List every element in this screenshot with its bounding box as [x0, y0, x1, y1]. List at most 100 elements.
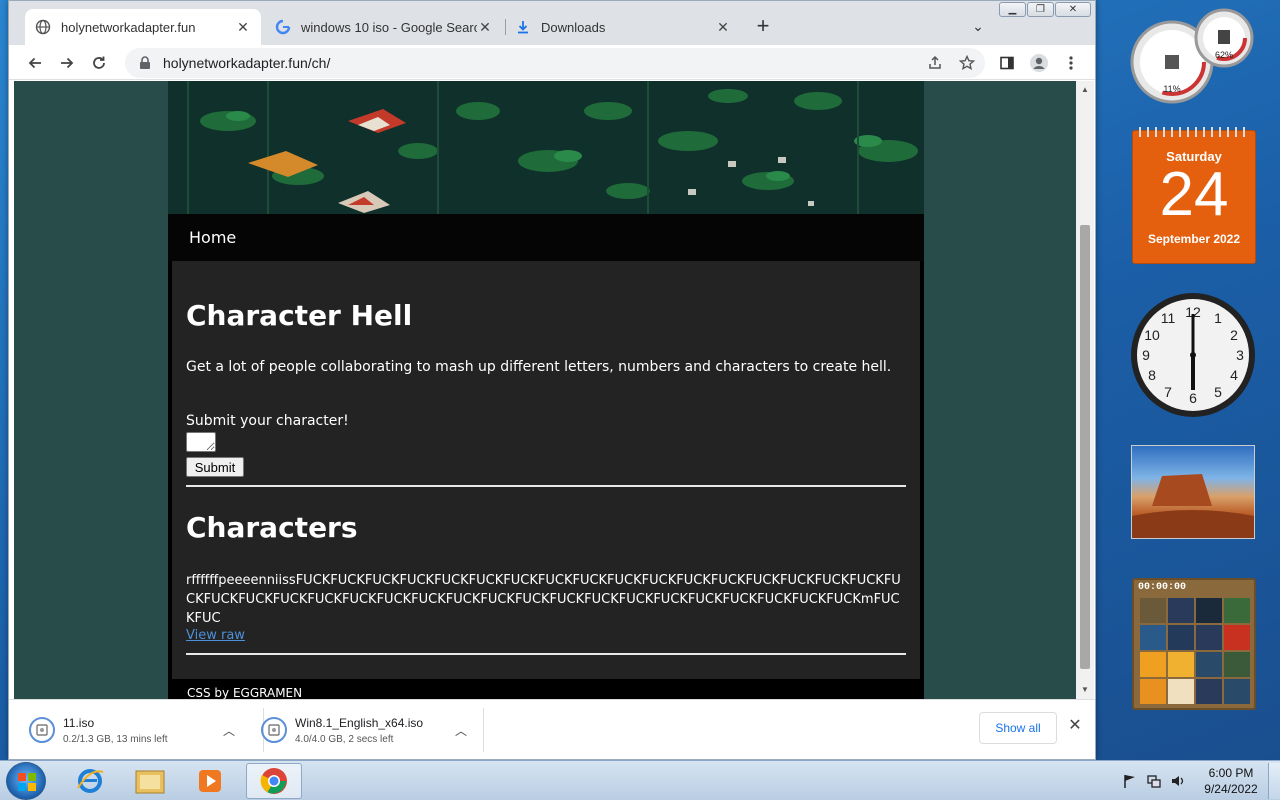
download-status: 4.0/4.0 GB, 2 secs left [295, 733, 394, 745]
start-button[interactable] [6, 762, 46, 800]
side-panel-icon[interactable] [993, 49, 1021, 77]
browser-toolbar: holynetworkadapter.fun/ch/ [9, 45, 1095, 80]
svg-text:4: 4 [1230, 367, 1238, 383]
submit-button[interactable]: Submit [186, 457, 244, 477]
close-icon[interactable]: ✕ [715, 19, 731, 35]
divider [186, 653, 906, 655]
show-all-button[interactable]: Show all [979, 712, 1057, 744]
chrome-icon[interactable] [246, 763, 302, 799]
site-footer: CSS by EGGRAMEN [168, 679, 924, 699]
chevron-up-icon[interactable]: ︿ [455, 722, 467, 739]
google-icon [275, 19, 291, 35]
nav-home-link[interactable]: Home [189, 228, 236, 247]
media-player-icon[interactable] [182, 763, 238, 799]
main-content: Character Hell Get a lot of people colla… [172, 261, 920, 679]
puzzle-timer: 00:00:00 [1138, 582, 1187, 593]
share-icon[interactable] [921, 49, 949, 77]
back-button[interactable] [21, 49, 49, 77]
taskbar-time: 6:00 PM [1208, 766, 1254, 780]
puzzle-grid[interactable] [1140, 598, 1250, 704]
download-separator [483, 708, 484, 752]
tab-downloads[interactable]: Downloads ✕ [505, 9, 741, 45]
file-explorer-icon[interactable] [122, 763, 178, 799]
desert-landscape-image [1132, 474, 1254, 538]
iso-file-icon [261, 717, 287, 743]
svg-text:10: 10 [1144, 327, 1160, 343]
close-icon[interactable]: ✕ [1067, 718, 1083, 734]
svg-text:3: 3 [1236, 347, 1244, 363]
taskbar: 6:00 PM 9/24/2022 [0, 760, 1280, 800]
lock-icon[interactable] [139, 56, 151, 70]
character-input[interactable] [186, 432, 216, 452]
tab-search-button[interactable]: ⌄ [967, 15, 989, 37]
globe-icon [35, 19, 51, 35]
calendar-rings [1139, 127, 1251, 137]
new-tab-button[interactable]: + [751, 15, 775, 39]
svg-text:2: 2 [1230, 327, 1238, 343]
tab-title: Downloads [541, 19, 606, 35]
svg-text:1: 1 [1214, 310, 1222, 326]
network-icon[interactable] [1146, 773, 1162, 794]
tab-strip: holynetworkadapter.fun ✕ windows 10 iso … [9, 1, 1095, 45]
page-scrollbar[interactable]: ▲ ▼ [1076, 81, 1094, 699]
tab-google-search[interactable]: windows 10 iso - Google Search ✕ [265, 9, 503, 45]
action-center-flag-icon[interactable] [1122, 773, 1138, 794]
iso-file-icon [29, 717, 55, 743]
internet-explorer-icon[interactable] [62, 763, 118, 799]
minimize-button[interactable]: ▁ [999, 2, 1026, 17]
close-window-button[interactable]: ✕ [1055, 2, 1091, 17]
svg-text:8: 8 [1148, 367, 1156, 383]
download-icon [515, 19, 531, 35]
scroll-up-arrow-icon[interactable]: ▲ [1079, 84, 1091, 96]
download-filename: 11.iso [63, 715, 95, 730]
svg-text:7: 7 [1164, 384, 1172, 400]
picture-puzzle-gadget[interactable]: 00:00:00 [1132, 578, 1256, 710]
cpu-meter-gadget[interactable]: 11% 62% [1128, 4, 1268, 114]
menu-kebab-icon[interactable] [1057, 49, 1085, 77]
page-description: Get a lot of people collaborating to mas… [186, 359, 892, 375]
volume-icon[interactable] [1170, 773, 1186, 794]
svg-text:9: 9 [1142, 347, 1150, 363]
reload-button[interactable] [85, 49, 113, 77]
clock-gadget[interactable]: 12 12 345 678 91011 [1128, 290, 1258, 420]
submit-label: Submit your character! [186, 413, 349, 429]
view-raw-link[interactable]: View raw [186, 628, 245, 643]
address-bar[interactable]: holynetworkadapter.fun/ch/ [125, 48, 985, 78]
forward-button[interactable] [53, 49, 81, 77]
calendar-day-number: 24 [1159, 160, 1229, 229]
download-item[interactable]: Win8.1_English_x64.iso 4.0/4.0 GB, 2 sec… [261, 710, 481, 750]
desktop-gadgets: 11% 62% Saturday 24 September 2022 12 1 2 … [1120, 0, 1280, 760]
calendar-month-year: September 2022 [1147, 232, 1241, 246]
chevron-up-icon[interactable]: ︿ [223, 722, 235, 739]
hero-banner [168, 81, 924, 214]
slideshow-gadget[interactable] [1131, 445, 1255, 539]
close-icon[interactable]: ✕ [477, 19, 493, 35]
taskbar-clock[interactable]: 6:00 PM 9/24/2022 [1196, 765, 1266, 797]
download-status: 0.2/1.3 GB, 13 mins left [63, 733, 168, 745]
tab-holynetworkadapter[interactable]: holynetworkadapter.fun ✕ [25, 9, 261, 45]
scroll-down-arrow-icon[interactable]: ▼ [1079, 684, 1091, 696]
tab-title: holynetworkadapter.fun [61, 19, 196, 35]
download-filename: Win8.1_English_x64.iso [295, 715, 424, 730]
divider [186, 485, 906, 487]
profile-icon[interactable] [1025, 49, 1053, 77]
characters-text: rffffffpeeeenniissFUCKFUCKFUCKFUCKFUCKFU… [186, 573, 901, 626]
close-icon[interactable]: ✕ [235, 19, 251, 35]
calendar-gadget[interactable]: Saturday 24 September 2022 [1132, 127, 1256, 264]
svg-text:11: 11 [1161, 310, 1176, 326]
page-title: Character Hell [186, 299, 413, 332]
url-text: holynetworkadapter.fun/ch/ [163, 55, 331, 71]
koi-pond-image [168, 81, 924, 214]
download-item[interactable]: 11.iso 0.2/1.3 GB, 13 mins left ︿ [29, 710, 249, 750]
maximize-button[interactable]: ❐ [1027, 2, 1054, 17]
taskbar-date: 9/24/2022 [1204, 782, 1258, 796]
site-nav: Home [168, 214, 924, 261]
bookmark-star-icon[interactable] [953, 49, 981, 77]
svg-text:5: 5 [1214, 384, 1222, 400]
show-desktop-button[interactable] [1268, 763, 1280, 799]
downloads-bar: 11.iso 0.2/1.3 GB, 13 mins left ︿ Win8.1… [9, 699, 1095, 759]
browser-window: holynetworkadapter.fun ✕ windows 10 iso … [8, 0, 1096, 760]
cpu-meter-value: 11% [1163, 84, 1180, 94]
memory-meter-value: 62% [1215, 50, 1233, 60]
scrollbar-thumb[interactable] [1080, 225, 1090, 669]
